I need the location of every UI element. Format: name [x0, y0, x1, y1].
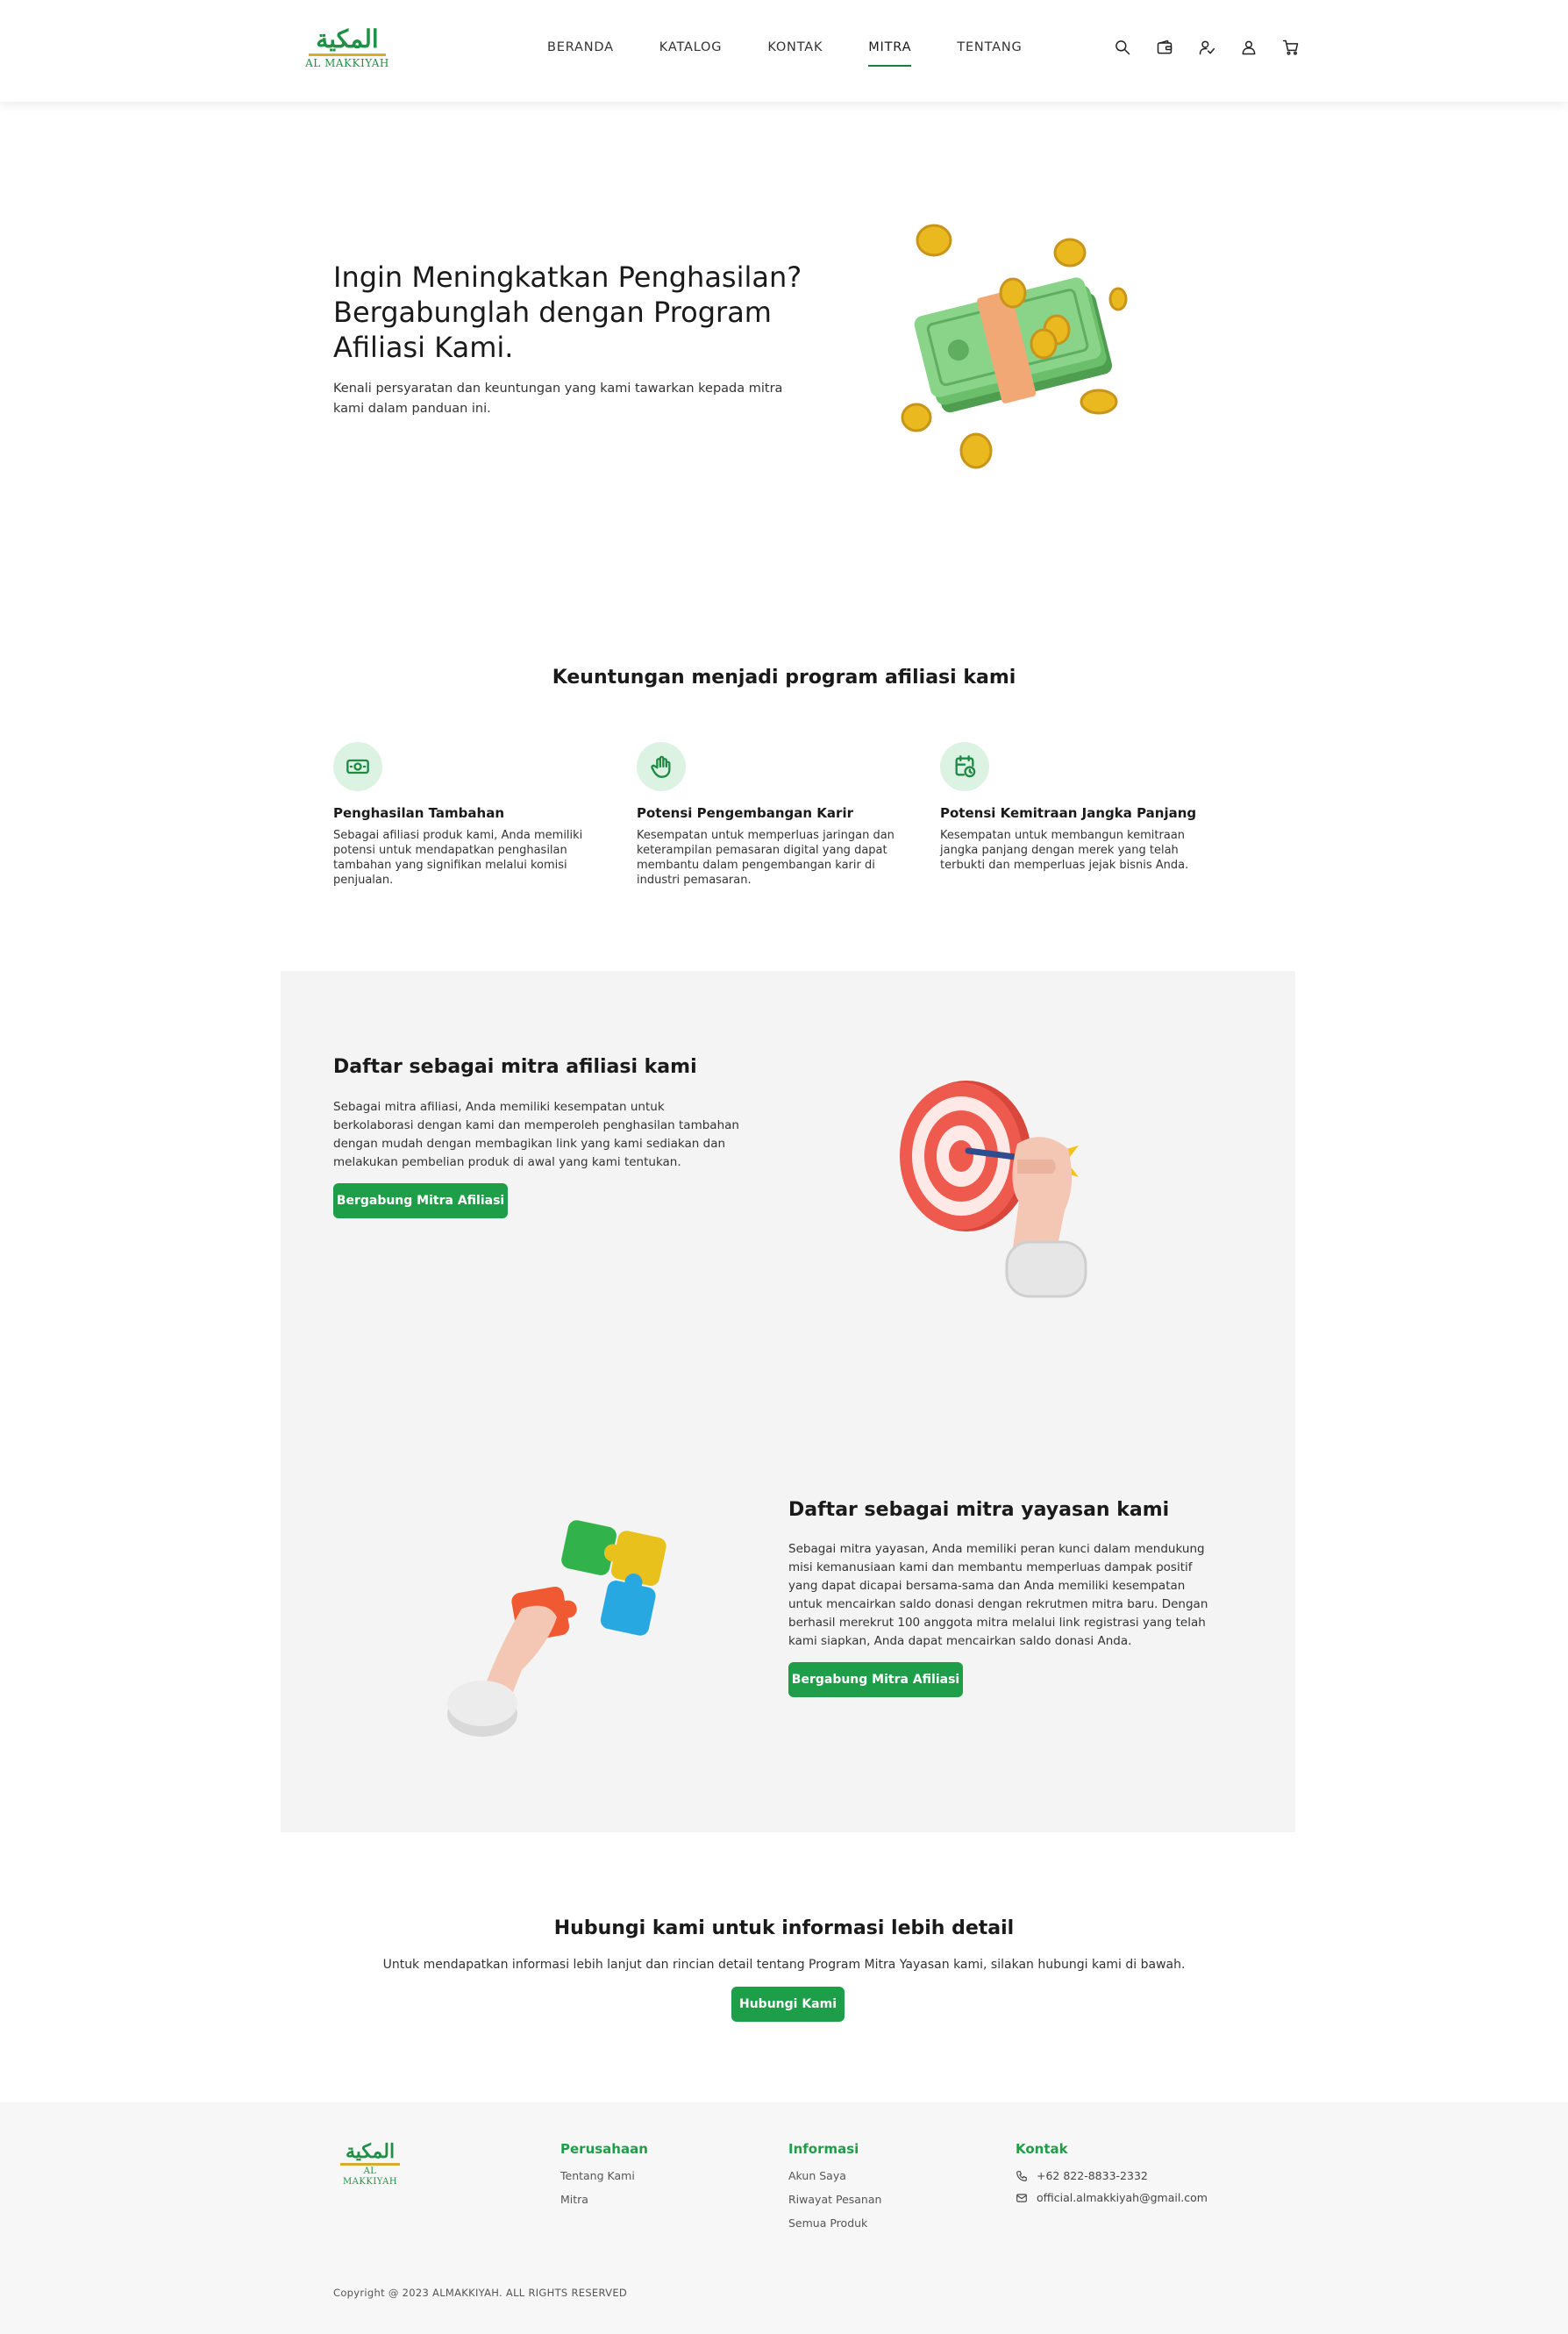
- affiliate-user-icon[interactable]: [1196, 37, 1217, 58]
- footer-link-account[interactable]: Akun Saya: [788, 2169, 881, 2182]
- main-nav: BERANDA KATALOG KONTAK MITRA TENTANG: [547, 40, 1068, 67]
- hand-icon: [651, 755, 671, 778]
- hero-subtitle: Kenali persyaratan dan keuntungan yang k…: [333, 382, 783, 416]
- affiliate-text: Sebagai mitra afiliasi, Anda memiliki ke…: [333, 1100, 739, 1169]
- footer-logo-text: AL MAKKIYAH: [342, 2166, 398, 2187]
- benefit-card: Potensi Kemitraan Jangka Panjang Kesempa…: [940, 742, 1221, 873]
- contact-title: Hubungi kami untuk informasi lebih detai…: [553, 1917, 1015, 1939]
- footer-logo-arabic-text: المكية: [345, 2140, 396, 2163]
- footer-logo-divider: [340, 2163, 400, 2166]
- hero-title: Ingin Meningkatkan Penghasilan? Bergabun…: [333, 261, 802, 364]
- footer-info-heading: Informasi: [788, 2141, 859, 2157]
- money-illustration: [901, 224, 1128, 469]
- footer-link-partner[interactable]: Mitra: [560, 2193, 648, 2206]
- footer-link-products[interactable]: Semua Produk: [788, 2216, 881, 2230]
- affiliate-title: Daftar sebagai mitra afiliasi kami: [333, 1056, 697, 1078]
- search-icon[interactable]: [1112, 37, 1133, 58]
- footer-company-heading: Perusahaan: [560, 2141, 648, 2157]
- benefit-card: Penghasilan Tambahan Sebagai afiliasi pr…: [333, 742, 614, 888]
- wallet-icon[interactable]: [1154, 37, 1175, 58]
- benefit-title: Penghasilan Tambahan: [333, 805, 505, 821]
- footer-link-orders[interactable]: Riwayat Pesanan: [788, 2193, 881, 2206]
- footer-company-column: Perusahaan Tentang Kami Mitra: [560, 2141, 648, 2216]
- nav-mitra[interactable]: MITRA: [868, 40, 912, 67]
- target-illustration: [900, 1081, 1087, 1298]
- puzzle-illustration: [447, 1520, 666, 1737]
- footer-email-text: official.almakkiyah@gmail.com: [1037, 2191, 1208, 2204]
- contact-us-button[interactable]: Hubungi Kami: [731, 1987, 845, 2022]
- phone-icon: [1016, 2170, 1027, 2181]
- nav-kontak[interactable]: KONTAK: [767, 40, 823, 67]
- footer-info-column: Informasi Akun Saya Riwayat Pesanan Semu…: [788, 2141, 881, 2240]
- logo-arabic-text: المكية: [316, 25, 379, 54]
- nav-beranda[interactable]: BERANDA: [547, 40, 614, 67]
- foundation-title: Daftar sebagai mitra yayasan kami: [788, 1499, 1170, 1521]
- benefit-text: Kesempatan untuk membangun kemitraan jan…: [940, 829, 1189, 872]
- benefit-icon-badge: [940, 742, 989, 791]
- join-affiliate-button[interactable]: Bergabung Mitra Afiliasi: [333, 1183, 508, 1218]
- nav-katalog[interactable]: KATALOG: [659, 40, 723, 67]
- logo-text: AL MAKKIYAH: [305, 57, 389, 69]
- site-footer: المكية AL MAKKIYAH Perusahaan Tentang Ka…: [0, 2102, 1568, 2334]
- footer-contact-column: Kontak +62 822-8833-2332 official.almakk…: [1016, 2141, 1208, 2213]
- footer-logo[interactable]: المكية AL MAKKIYAH: [337, 2140, 403, 2187]
- nav-tentang[interactable]: TENTANG: [957, 40, 1022, 67]
- footer-email[interactable]: official.almakkiyah@gmail.com: [1016, 2191, 1208, 2204]
- footer-phone-text: +62 822-8833-2332: [1037, 2169, 1148, 2182]
- contact-text: Untuk mendapatkan informasi lebih lanjut…: [382, 1958, 1186, 1972]
- brand-logo[interactable]: المكية AL MAKKIYAH: [305, 26, 389, 72]
- mail-icon: [1016, 2193, 1027, 2202]
- site-header: المكية AL MAKKIYAH BERANDA KATALOG KONTA…: [0, 0, 1568, 102]
- header-actions: [1112, 37, 1301, 58]
- foundation-text: Sebagai mitra yayasan, Anda memiliki per…: [788, 1542, 1208, 1648]
- join-foundation-button[interactable]: Bergabung Mitra Afiliasi: [788, 1662, 963, 1697]
- benefit-icon-badge: [637, 742, 686, 791]
- footer-contact-heading: Kontak: [1016, 2141, 1068, 2157]
- cart-icon[interactable]: [1280, 37, 1301, 58]
- logo-divider: [309, 54, 386, 56]
- benefit-text: Sebagai afiliasi produk kami, Anda memil…: [333, 829, 583, 887]
- money-icon: [346, 759, 369, 774]
- calendar-clock-icon: [955, 755, 976, 778]
- benefit-title: Potensi Pengembangan Karir: [637, 805, 853, 821]
- benefit-title: Potensi Kemitraan Jangka Panjang: [940, 805, 1197, 821]
- benefit-text: Kesempatan untuk memperluas jaringan dan…: [637, 829, 894, 887]
- account-icon[interactable]: [1238, 37, 1259, 58]
- benefits-title: Keuntungan menjadi program afiliasi kami: [552, 667, 1016, 689]
- footer-link-about[interactable]: Tentang Kami: [560, 2169, 648, 2182]
- benefit-icon-badge: [333, 742, 382, 791]
- copyright: Copyright @ 2023 ALMAKKIYAH. ALL RIGHTS …: [333, 2287, 628, 2299]
- footer-phone[interactable]: +62 822-8833-2332: [1016, 2169, 1208, 2182]
- benefit-card: Potensi Pengembangan Karir Kesempatan un…: [637, 742, 917, 888]
